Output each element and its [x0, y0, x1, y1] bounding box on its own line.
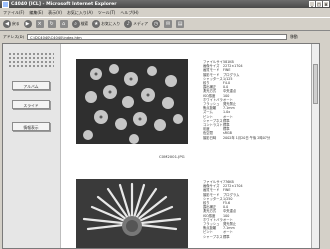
menu-tools[interactable]: ツール(T) — [98, 10, 116, 16]
stop-icon: × — [35, 20, 44, 28]
album-button[interactable]: アルバム — [12, 81, 50, 90]
back-arrow-icon: ◀ — [3, 20, 11, 28]
ie-icon — [2, 0, 9, 8]
sidebar-pattern — [8, 52, 54, 67]
star-icon: ★ — [92, 20, 101, 28]
slide-button[interactable]: スライド — [12, 100, 50, 109]
back-button[interactable]: ◀ 戻る — [3, 20, 20, 28]
menu-help[interactable]: ヘルプ(H) — [120, 10, 138, 16]
photo-info-1: ファイルサイズ581KB 画像サイズ2272×1704 画質モードFINE 撮影… — [203, 60, 270, 140]
favorites-button[interactable]: ★ お気に入り — [92, 20, 120, 28]
menu-favorites[interactable]: お気に入り(A) — [67, 10, 93, 16]
media-icon: ♪ — [124, 20, 133, 28]
photo-filename: C0M2001.JPG — [159, 154, 185, 159]
browser-window: C4040 [ICL] - Microsoft Internet Explore… — [0, 0, 330, 249]
home-icon: ⌂ — [59, 20, 68, 28]
home-button[interactable]: ⌂ — [59, 20, 68, 28]
address-bar: アドレス(D) C:\DC4040\C4040\index.htm 移動 — [0, 32, 330, 41]
flower-photo-2 — [76, 179, 188, 248]
close-button[interactable]: × — [323, 1, 329, 7]
go-button[interactable]: 移動 — [290, 34, 298, 40]
history-icon: ◷ — [152, 20, 161, 28]
mail-icon: ✉ — [164, 20, 173, 28]
info-display-button[interactable]: 情報表示 — [12, 122, 50, 131]
print-icon: ▤ — [176, 20, 185, 28]
search-button[interactable]: ⌕ 検索 — [71, 20, 89, 28]
search-icon: ⌕ — [71, 20, 80, 28]
menu-view[interactable]: 表示(V) — [48, 10, 62, 16]
menu-bar: ファイル(F) 編集(E) 表示(V) お気に入り(A) ツール(T) ヘルプ(… — [0, 9, 330, 16]
photo-thumbnail[interactable] — [76, 179, 188, 248]
stop-button[interactable]: × — [35, 20, 44, 28]
media-button[interactable]: ♪ メディア — [124, 20, 148, 28]
info-row: 撮影日時 2002年 1月20日 午後 2時07分 — [203, 135, 271, 140]
scrollbar-thumb[interactable] — [313, 64, 318, 104]
maximize-button[interactable]: □ — [316, 1, 322, 7]
forward-arrow-icon: ▶ — [23, 20, 32, 28]
favorites-label: お気に入り — [101, 21, 121, 26]
toolbar: ◀ 戻る ▶ × ↻ ⌂ ⌕ 検索 ★ お気に入り ♪ メディア ◷ ✉ ▤ — [0, 17, 330, 31]
refresh-icon: ↻ — [47, 20, 56, 28]
media-label: メディア — [133, 21, 149, 26]
vertical-scrollbar[interactable] — [311, 44, 319, 248]
address-input[interactable]: C:\DC4040\C4040\index.htm — [27, 33, 288, 40]
photo-info-2: ファイルサイズ776KB 画像サイズ2272×1704 画質モードFINE 撮影… — [203, 180, 243, 239]
sidebar: アルバム スライド 情報表示 — [3, 44, 61, 248]
search-label: 検索 — [80, 21, 89, 26]
print-button[interactable]: ▤ — [176, 20, 185, 28]
mail-button[interactable]: ✉ — [164, 20, 173, 28]
address-label: アドレス(D) — [3, 33, 25, 39]
photo-thumbnail[interactable] — [76, 59, 188, 144]
forward-button[interactable]: ▶ — [23, 20, 32, 28]
title-bar: C4040 [ICL] - Microsoft Internet Explore… — [0, 0, 330, 8]
page-content: アルバム スライド 情報表示 C0M2001.JPG ファイルサイ 581KB … — [2, 43, 320, 249]
history-button[interactable]: ◷ — [152, 20, 161, 28]
window-controls: _ □ × — [309, 1, 329, 7]
info-row: シャープネス 標準 — [203, 234, 230, 239]
back-label: 戻る — [12, 21, 20, 26]
menu-edit[interactable]: 編集(E) — [29, 10, 43, 16]
refresh-button[interactable]: ↻ — [47, 20, 56, 28]
menu-file[interactable]: ファイル(F) — [3, 10, 24, 16]
minimize-button[interactable]: _ — [309, 1, 315, 7]
window-title: C4040 [ICL] - Microsoft Internet Explore… — [11, 1, 117, 7]
flower-photo-1 — [76, 59, 188, 144]
